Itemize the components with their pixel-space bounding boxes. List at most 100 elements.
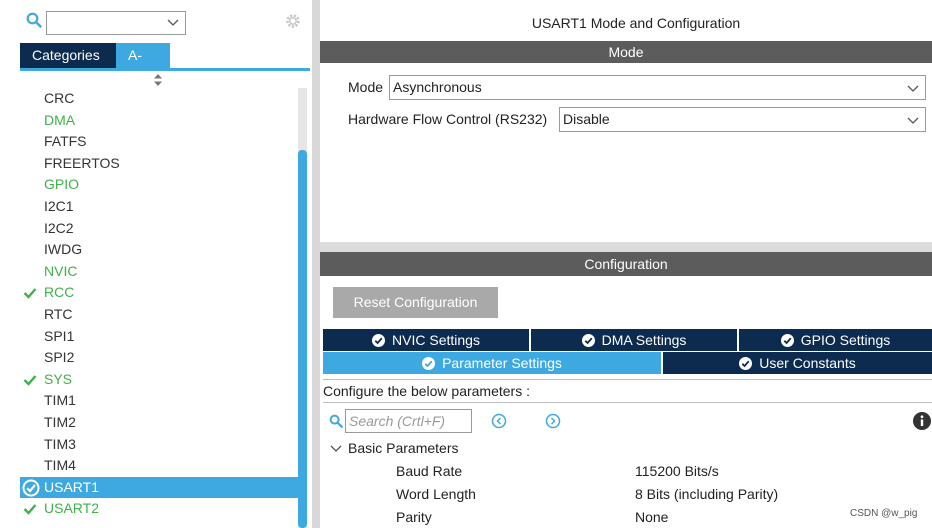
check-circle-icon bbox=[372, 334, 386, 347]
right-panel: USART1 Mode and Configuration Mode Mode … bbox=[320, 0, 932, 528]
list-item-tim3[interactable]: TIM3 bbox=[20, 434, 298, 456]
param-name-parity: Parity bbox=[396, 509, 432, 525]
flow-control-label: Hardware Flow Control (RS232) bbox=[348, 111, 548, 127]
list-item-iwdg[interactable]: IWDG bbox=[20, 239, 298, 261]
tab-parameter-settings[interactable]: Parameter Settings bbox=[323, 352, 663, 374]
next-match-icon[interactable] bbox=[545, 413, 561, 429]
list-item-label: TIM2 bbox=[44, 413, 76, 430]
flow-control-select[interactable]: Disable bbox=[559, 107, 926, 132]
watermark: CSDN @w_pig bbox=[850, 508, 918, 519]
list-item-label: IWDG bbox=[44, 241, 83, 258]
configure-instructions: Configure the below parameters : bbox=[323, 379, 932, 403]
page-title: USART1 Mode and Configuration bbox=[531, 15, 741, 31]
tab-user-constants[interactable]: User Constants bbox=[663, 352, 932, 374]
chevron-down-icon[interactable] bbox=[907, 114, 919, 126]
sort-icon[interactable] bbox=[153, 74, 163, 86]
list-item-gpio[interactable]: GPIO bbox=[20, 174, 298, 196]
basic-parameters-group[interactable]: Basic Parameters bbox=[330, 440, 458, 456]
gear-icon[interactable] bbox=[284, 12, 302, 30]
check-circle-icon bbox=[422, 357, 436, 370]
list-item-label: SPI1 bbox=[44, 327, 75, 344]
list-item-fatfs[interactable]: FATFS bbox=[20, 131, 298, 153]
param-value-baud-rate[interactable]: 115200 Bits/s bbox=[635, 463, 719, 479]
group-label: Basic Parameters bbox=[348, 440, 459, 456]
tab-underline bbox=[20, 68, 310, 71]
param-name-word-length: Word Length bbox=[396, 486, 476, 502]
previous-match-icon[interactable] bbox=[491, 413, 507, 429]
list-item-label: DMA bbox=[44, 111, 76, 128]
list-item-crc[interactable]: CRC bbox=[20, 88, 298, 110]
peripheral-list: CRC DMA FATFS FREERTOS GPIO I2C1 I2C2 IWDG NVIC R… bbox=[20, 88, 298, 520]
list-item-label: RTC bbox=[44, 305, 73, 322]
list-item-sys[interactable]: SYS bbox=[20, 369, 298, 391]
list-item-nvic[interactable]: NVIC bbox=[20, 261, 298, 283]
list-item-rtc[interactable]: RTC bbox=[20, 304, 298, 326]
list-item-i2c1[interactable]: I2C1 bbox=[20, 196, 298, 218]
tab-label: DMA Settings bbox=[601, 332, 687, 348]
tab-categories[interactable]: Categories bbox=[20, 43, 116, 68]
tab-nvic-settings[interactable]: NVIC Settings bbox=[323, 329, 531, 351]
mode-select-value: Asynchronous bbox=[393, 79, 482, 95]
check-icon bbox=[23, 504, 37, 516]
parameter-search-input[interactable]: Search (Crtl+F) bbox=[345, 409, 472, 433]
list-item-rcc[interactable]: RCC bbox=[20, 282, 298, 304]
reset-configuration-button[interactable]: Reset Configuration bbox=[333, 287, 498, 318]
list-item-label: FREERTOS bbox=[44, 154, 120, 171]
chevron-down-icon[interactable] bbox=[167, 16, 179, 28]
tab-dma-settings[interactable]: DMA Settings bbox=[531, 329, 739, 351]
list-item-tim2[interactable]: TIM2 bbox=[20, 412, 298, 434]
panel-splitter[interactable] bbox=[312, 0, 320, 528]
list-item-tim4[interactable]: TIM4 bbox=[20, 455, 298, 477]
scrollbar-thumb[interactable] bbox=[298, 150, 307, 528]
search-icon[interactable] bbox=[329, 414, 343, 428]
chevron-down-icon[interactable] bbox=[330, 442, 342, 454]
check-circle-icon bbox=[581, 334, 595, 347]
mode-select[interactable]: Asynchronous bbox=[389, 75, 926, 100]
info-icon[interactable] bbox=[913, 412, 931, 430]
param-value-parity[interactable]: None bbox=[635, 509, 668, 525]
tab-label: NVIC Settings bbox=[392, 332, 480, 348]
search-icon[interactable] bbox=[26, 12, 42, 28]
tab-a-to-z[interactable]: A->Z bbox=[116, 43, 170, 88]
list-item-usart1[interactable]: USART1 bbox=[20, 476, 298, 499]
component-search-combobox[interactable] bbox=[46, 11, 186, 35]
tab-label: User Constants bbox=[759, 355, 856, 371]
param-value-word-length[interactable]: 8 Bits (including Parity) bbox=[635, 486, 778, 502]
list-item-label: USART2 bbox=[44, 500, 99, 517]
list-item-usart2[interactable]: USART2 bbox=[20, 498, 298, 520]
chevron-down-icon[interactable] bbox=[907, 82, 919, 94]
list-item-spi1[interactable]: SPI1 bbox=[20, 326, 298, 348]
list-item-label: CRC bbox=[44, 90, 75, 106]
list-item-label: FATFS bbox=[44, 133, 87, 150]
list-item-label: TIM3 bbox=[44, 435, 76, 452]
left-panel: Categories A->Z CRC DMA FATFS FREERTOS GPIO I… bbox=[0, 0, 310, 528]
list-item-i2c2[interactable]: I2C2 bbox=[20, 218, 298, 240]
settings-tabs-row-2: Parameter Settings User Constants bbox=[323, 352, 932, 374]
list-item-label: GPIO bbox=[44, 176, 80, 193]
check-icon bbox=[23, 288, 37, 300]
peripheral-list-scrollbar[interactable] bbox=[298, 88, 307, 528]
check-circle-icon bbox=[780, 334, 794, 347]
list-item-label: I2C2 bbox=[44, 219, 74, 236]
list-item-dma[interactable]: DMA bbox=[20, 110, 298, 132]
section-separator[interactable] bbox=[320, 242, 932, 252]
tab-label: Parameter Settings bbox=[442, 355, 562, 371]
list-item-label: TIM4 bbox=[44, 457, 76, 474]
settings-tabs-row-1: NVIC Settings DMA Settings GPIO Settings bbox=[323, 329, 932, 351]
param-name-baud-rate: Baud Rate bbox=[396, 463, 463, 479]
list-item-label: RCC bbox=[44, 284, 75, 301]
list-item-label: I2C1 bbox=[44, 197, 74, 214]
configuration-section-header: Configuration bbox=[320, 252, 932, 276]
list-item-label: SYS bbox=[44, 370, 73, 387]
check-icon bbox=[23, 374, 37, 386]
list-item-freertos[interactable]: FREERTOS bbox=[20, 153, 298, 175]
list-item-label: TIM1 bbox=[44, 392, 76, 409]
list-item-label: SPI2 bbox=[44, 349, 75, 366]
mode-label: Mode bbox=[348, 79, 384, 95]
mode-section-header: Mode bbox=[320, 41, 932, 63]
check-circle-icon bbox=[739, 357, 753, 370]
list-item-spi2[interactable]: SPI2 bbox=[20, 347, 298, 369]
list-item-label: USART1 bbox=[44, 478, 99, 495]
list-item-tim1[interactable]: TIM1 bbox=[20, 390, 298, 412]
tab-gpio-settings[interactable]: GPIO Settings bbox=[739, 329, 932, 351]
